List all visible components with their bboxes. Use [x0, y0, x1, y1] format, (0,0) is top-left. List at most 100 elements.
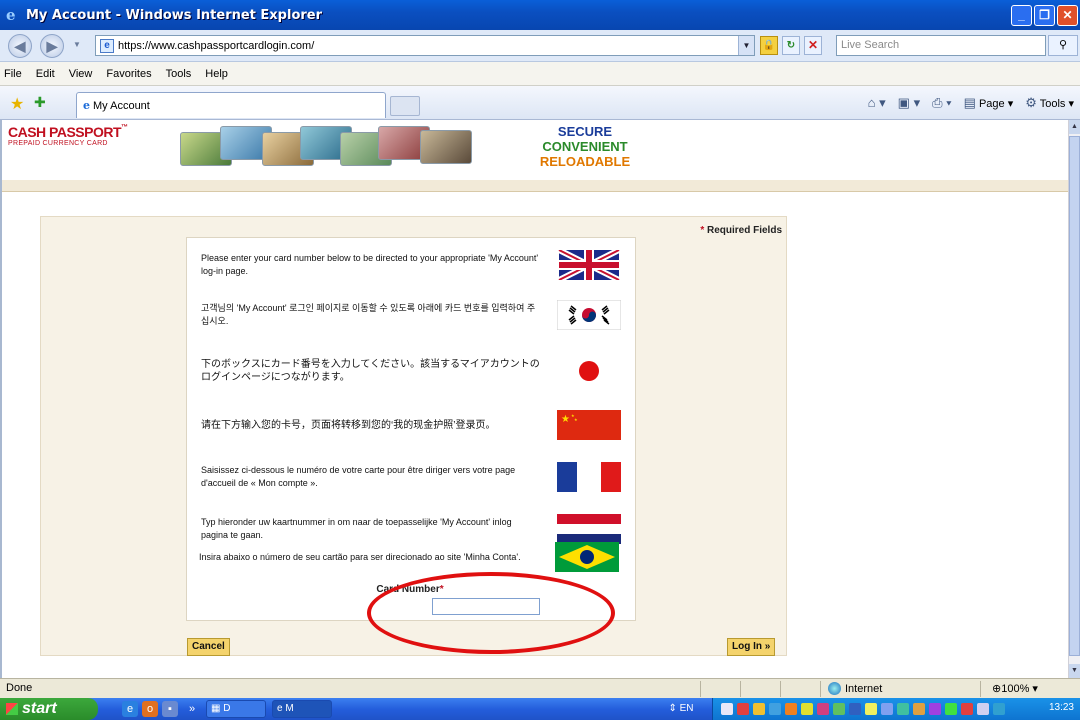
network-tray-icon[interactable] — [993, 703, 1005, 715]
tray-icon[interactable] — [833, 703, 845, 715]
zoom-icon: ⊕ — [992, 683, 1002, 695]
menu-file[interactable]: File — [4, 68, 22, 80]
instruction-row-ko: 고객님의 'My Account' 로그인 페이지로 이동할 수 있도록 아래에… — [201, 300, 621, 330]
taskbar-button-m[interactable]: e M — [272, 700, 332, 718]
tray-icon[interactable] — [945, 703, 957, 715]
search-input[interactable]: Live Search — [836, 35, 1046, 56]
language-arrows-icon: ⇕ — [668, 703, 680, 714]
brand-subtitle: PREPAID CURRENCY CARD — [8, 140, 108, 147]
back-button[interactable]: ◀ — [8, 34, 32, 58]
card-images — [180, 124, 475, 168]
add-favorite-icon[interactable]: ✚ — [34, 94, 46, 111]
instruction-text-ko: 고객님의 'My Account' 로그인 페이지로 이동할 수 있도록 아래에… — [201, 303, 536, 326]
menu-help[interactable]: Help — [205, 68, 228, 80]
refresh-button[interactable]: ↻ — [782, 36, 800, 55]
instruction-row-ja: 下のボックスにカード番号を入力してください。該当するマイアカウントのログインペー… — [201, 356, 621, 386]
tray-icon[interactable] — [737, 703, 749, 715]
svg-text:★: ★ — [574, 417, 578, 422]
tab-my-account[interactable]: e My Account — [76, 92, 386, 118]
tray-icon[interactable] — [913, 703, 925, 715]
tray-icon[interactable] — [929, 703, 941, 715]
tab-toolbar: ★ ✚ e My Account ⌂ ▾ ▣ ▾ ⎙ ▾ ▤ Page ▾ ⚙ … — [0, 86, 1080, 120]
home-icon[interactable]: ⌂ ▾ — [868, 95, 886, 111]
status-divider — [980, 681, 981, 697]
zoom-control[interactable]: ⊕100% ▾ — [992, 682, 1038, 695]
instruction-text-fr: Saisissez ci-dessous le numéro de votre … — [201, 465, 516, 488]
lock-icon[interactable]: 🔒 — [760, 36, 778, 55]
start-label: start — [22, 700, 57, 717]
favorites-star-icon[interactable]: ★ — [10, 94, 24, 114]
security-zone[interactable]: Internet — [828, 682, 882, 695]
tray-icon[interactable] — [785, 703, 797, 715]
outlook-quicklaunch-icon[interactable]: o — [142, 701, 158, 717]
tab-label: My Account — [93, 99, 150, 112]
login-button[interactable]: Log In » — [727, 638, 776, 656]
system-tray: 13:23 — [712, 698, 1080, 720]
tray-icon[interactable] — [961, 703, 973, 715]
cash-passport-logo: CASH PASSPORT™ PREPAID CURRENCY CARD — [8, 124, 128, 147]
page-menu-label: Page — [978, 98, 1005, 110]
ie-quicklaunch-icon[interactable]: e — [122, 701, 138, 717]
vertical-scrollbar[interactable]: ▲ ▼ — [1068, 120, 1080, 678]
tray-icon[interactable] — [881, 703, 893, 715]
scroll-down-icon[interactable]: ▼ — [1069, 664, 1080, 678]
status-divider — [700, 681, 701, 697]
tagline-reloadable: RELOADABLE — [539, 154, 631, 169]
feeds-icon[interactable]: ▣ ▾ — [898, 95, 920, 111]
window-titlebar: e My Account - Windows Internet Explorer… — [0, 0, 1080, 30]
close-button[interactable]: ✕ — [1057, 5, 1078, 26]
tools-menu[interactable]: ⚙ Tools ▾ — [1025, 95, 1074, 111]
stop-button[interactable]: ✕ — [804, 36, 822, 55]
search-button[interactable]: ⚲ — [1048, 35, 1078, 56]
address-dropdown-icon[interactable]: ▼ — [738, 36, 754, 55]
menu-tools[interactable]: Tools — [166, 68, 192, 80]
cancel-button[interactable]: Cancel — [187, 638, 230, 656]
tray-icon[interactable] — [801, 703, 813, 715]
mail-tray-icon[interactable] — [721, 703, 733, 715]
scroll-thumb[interactable] — [1069, 136, 1080, 656]
page-icon-small: ▤ — [963, 95, 976, 110]
instruction-text-nl: Typ hieronder uw kaartnummer in om naar … — [201, 517, 512, 540]
tray-icon[interactable] — [753, 703, 765, 715]
tray-icon[interactable] — [769, 703, 781, 715]
china-flag-icon: ★ ★ ★ — [557, 410, 621, 440]
start-button[interactable]: start — [0, 698, 98, 720]
tray-icon[interactable] — [897, 703, 909, 715]
print-icon[interactable]: ⎙ ▾ — [932, 95, 951, 111]
highlight-ellipse — [367, 572, 615, 654]
forward-button[interactable]: ▶ — [40, 34, 64, 58]
new-tab-button[interactable] — [390, 96, 420, 116]
scroll-up-icon[interactable]: ▲ — [1069, 120, 1080, 134]
menu-view[interactable]: View — [69, 68, 93, 80]
minimize-button[interactable]: _ — [1011, 5, 1032, 26]
instruction-text-pt: Insira abaixo o número de seu cartão par… — [199, 551, 521, 562]
brand-name: CASH PASSPORT — [8, 124, 122, 140]
menu-favorites[interactable]: Favorites — [106, 68, 151, 80]
taskbar-button-d[interactable]: ▦ D — [206, 700, 266, 718]
status-divider — [820, 681, 821, 697]
tagline-convenient: CONVENIENT — [542, 139, 628, 154]
clock: 13:23 — [1048, 702, 1074, 713]
tray-icon[interactable] — [865, 703, 877, 715]
tray-icon[interactable] — [849, 703, 861, 715]
korea-flag-icon — [557, 300, 621, 330]
svg-text:★: ★ — [561, 414, 570, 425]
quicklaunch-icon[interactable]: ▪ — [162, 701, 178, 717]
tray-icon[interactable] — [977, 703, 989, 715]
tray-icon[interactable] — [817, 703, 829, 715]
language-label: EN — [679, 703, 694, 714]
quicklaunch-more-icon[interactable]: » — [184, 701, 200, 717]
address-toolbar: ◀ ▶ ▼ e https://www.cashpassportcardlogi… — [0, 30, 1080, 62]
maximize-button[interactable]: ❐ — [1034, 5, 1055, 26]
address-url[interactable]: https://www.cashpassportcardlogin.com/ — [118, 40, 738, 52]
language-indicator[interactable]: ⇕ EN — [664, 700, 698, 718]
address-bar[interactable]: e https://www.cashpassportcardlogin.com/… — [95, 35, 755, 56]
france-flag-icon — [557, 462, 621, 492]
gear-icon: ⚙ — [1025, 95, 1037, 110]
page-menu[interactable]: ▤ Page ▾ — [964, 95, 1014, 111]
netherlands-flag-icon — [557, 514, 621, 544]
menu-edit[interactable]: Edit — [36, 68, 55, 80]
instruction-text-zh: 请在下方输入您的卡号，页面将转移到您的‘我的现金护照’登录页。 — [201, 419, 496, 431]
history-dropdown-icon[interactable]: ▼ — [70, 34, 84, 58]
page-icon: e — [100, 38, 114, 53]
